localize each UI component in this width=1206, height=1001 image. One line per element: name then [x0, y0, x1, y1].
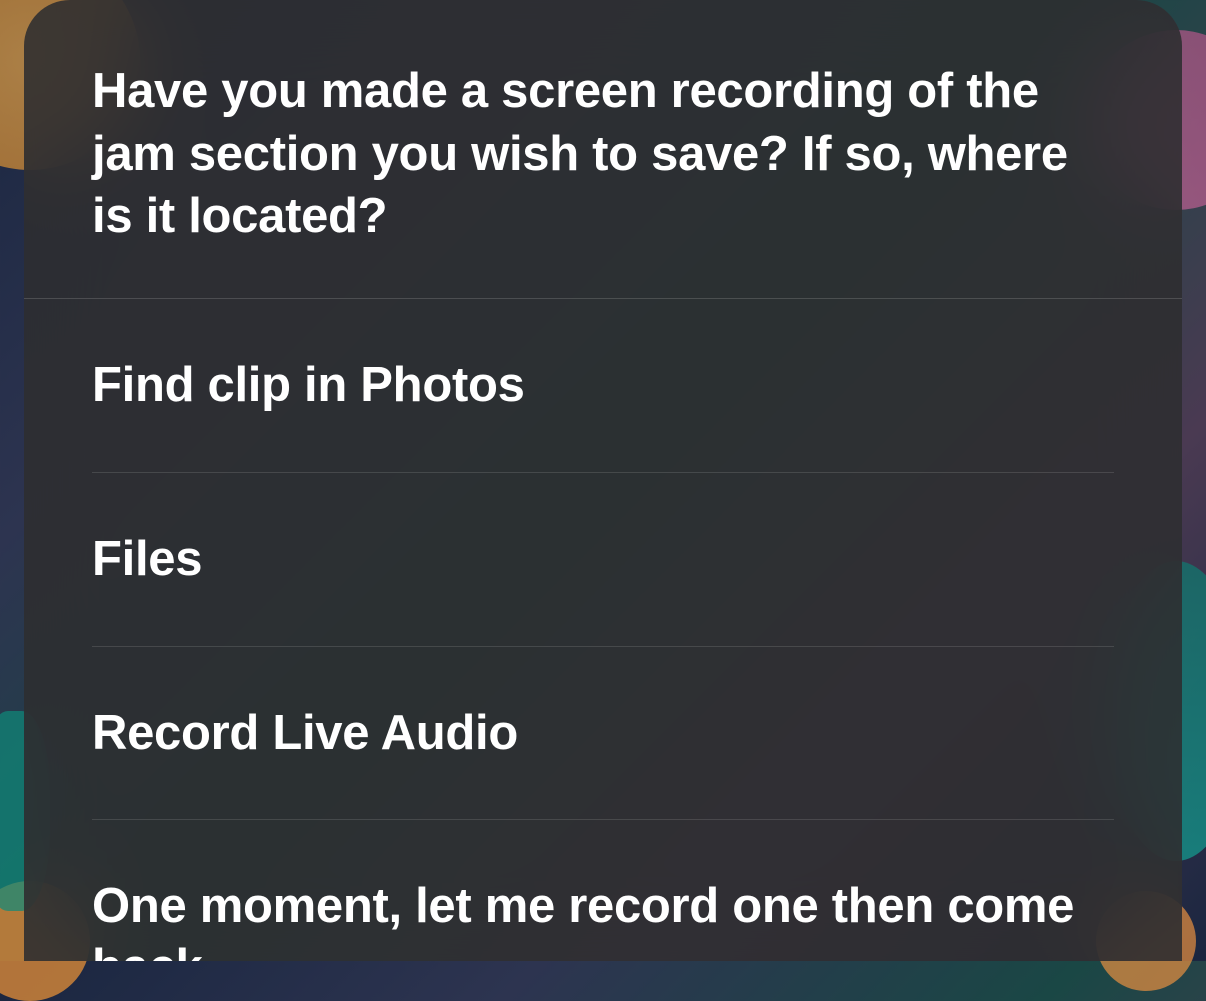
dialog-sheet: Have you made a screen recording of the …: [24, 0, 1182, 961]
option-one-moment-record[interactable]: One moment, let me record one then come …: [92, 820, 1114, 961]
option-files[interactable]: Files: [92, 473, 1114, 647]
option-label: Find clip in Photos: [92, 355, 1114, 416]
option-record-live-audio[interactable]: Record Live Audio: [92, 647, 1114, 821]
option-label: Files: [92, 529, 1114, 590]
options-list: Find clip in Photos Files Record Live Au…: [24, 299, 1182, 961]
prompt-section: Have you made a screen recording of the …: [24, 0, 1182, 299]
option-label: Record Live Audio: [92, 703, 1114, 764]
prompt-text: Have you made a screen recording of the …: [92, 60, 1114, 248]
option-label: One moment, let me record one then come …: [92, 876, 1114, 961]
option-find-clip-in-photos[interactable]: Find clip in Photos: [92, 299, 1114, 473]
